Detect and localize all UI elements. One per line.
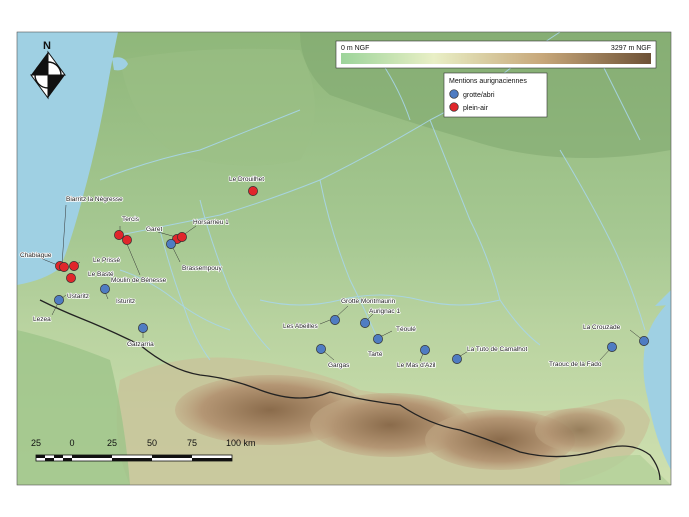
site-marker: [177, 232, 187, 242]
legend-plein-air-label: plein-air: [463, 105, 489, 112]
site-label: Aurignac 1: [369, 308, 400, 315]
site-label: Le Drouilhet: [229, 176, 264, 183]
scale-tick-label: 0: [69, 438, 74, 448]
site-label: Tercis: [122, 216, 140, 223]
site-marker: [248, 186, 258, 196]
site-label: Le Mas d'Azil: [397, 362, 436, 369]
site-legend: Mentions aurignaciennes grotte/abri plei…: [443, 72, 548, 118]
site-marker: [100, 284, 110, 294]
elevation-min-label: 0 m NGF: [341, 45, 369, 52]
scale-tick-label: 50: [147, 438, 157, 448]
site-label: Gargas: [328, 362, 350, 369]
scale-tick-label: 100 km: [226, 438, 256, 448]
site-marker: [69, 261, 79, 271]
site-marker: [66, 273, 76, 283]
site-label: Traouc de la Fado: [549, 361, 602, 368]
scale-segment: [72, 455, 112, 458]
scale-segment: [192, 458, 232, 461]
site-label: Gatzarria: [127, 341, 154, 348]
site-marker: [59, 262, 69, 272]
site-marker: [330, 315, 340, 325]
scale-segment: [45, 458, 54, 461]
scale-tick-label: 25: [107, 438, 117, 448]
scale-tick-label: 75: [187, 438, 197, 448]
site-marker: [452, 354, 462, 364]
site-marker: [316, 344, 326, 354]
site-label: Biarritz la Négresse: [66, 196, 123, 203]
site-label: Garet: [146, 226, 162, 233]
elevation-colour-ramp: [341, 53, 651, 64]
site-label: La Tuto de Camalhot: [467, 346, 528, 353]
scale-segment: [152, 455, 192, 458]
site-label: Téoulé: [396, 326, 416, 333]
site-marker: [360, 318, 370, 328]
site-label: Moulin de Bénesse: [111, 277, 167, 284]
site-marker: [166, 239, 176, 249]
pyrenees-relief-far-east: [535, 408, 625, 452]
scale-segment: [54, 455, 63, 458]
site-label: Tarté: [368, 351, 383, 358]
site-label: Ustaritz: [67, 293, 89, 300]
site-label: Isturitz: [116, 298, 135, 305]
legend-plein-air-symbol: [449, 102, 459, 112]
site-marker: [138, 323, 148, 333]
site-legend-title: Mentions aurignaciennes: [449, 78, 527, 85]
site-marker: [607, 342, 617, 352]
north-arrow-label: N: [43, 40, 51, 52]
site-label: Le Prissé: [93, 257, 120, 264]
scale-segment: [112, 458, 152, 461]
map-canvas: 0 m NGF 3297 m NGF Mentions aurignacienn…: [16, 31, 672, 486]
site-label: Grotte Montmaurin: [341, 298, 396, 305]
site-marker: [122, 235, 132, 245]
site-label: Horsarrieu 1: [193, 219, 229, 226]
elevation-legend: 0 m NGF 3297 m NGF: [335, 40, 657, 69]
site-label: Chabiague: [20, 252, 52, 259]
scale-segment: [63, 458, 72, 461]
legend-grotte-label: grotte/abri: [463, 92, 495, 99]
site-label: Les Abeilles: [283, 323, 318, 330]
site-marker: [639, 336, 649, 346]
scale-segment: [36, 455, 45, 458]
site-marker: [373, 334, 383, 344]
site-label: Lezea: [33, 316, 51, 323]
site-label: Brassempouy: [182, 265, 222, 272]
elevation-max-label: 3297 m NGF: [611, 45, 651, 52]
site-marker: [420, 345, 430, 355]
legend-grotte-symbol: [449, 89, 459, 99]
site-marker: [54, 295, 64, 305]
site-marker: [114, 230, 124, 240]
scale-tick-label: 25: [31, 438, 41, 448]
site-label: La Crouzade: [583, 324, 621, 331]
